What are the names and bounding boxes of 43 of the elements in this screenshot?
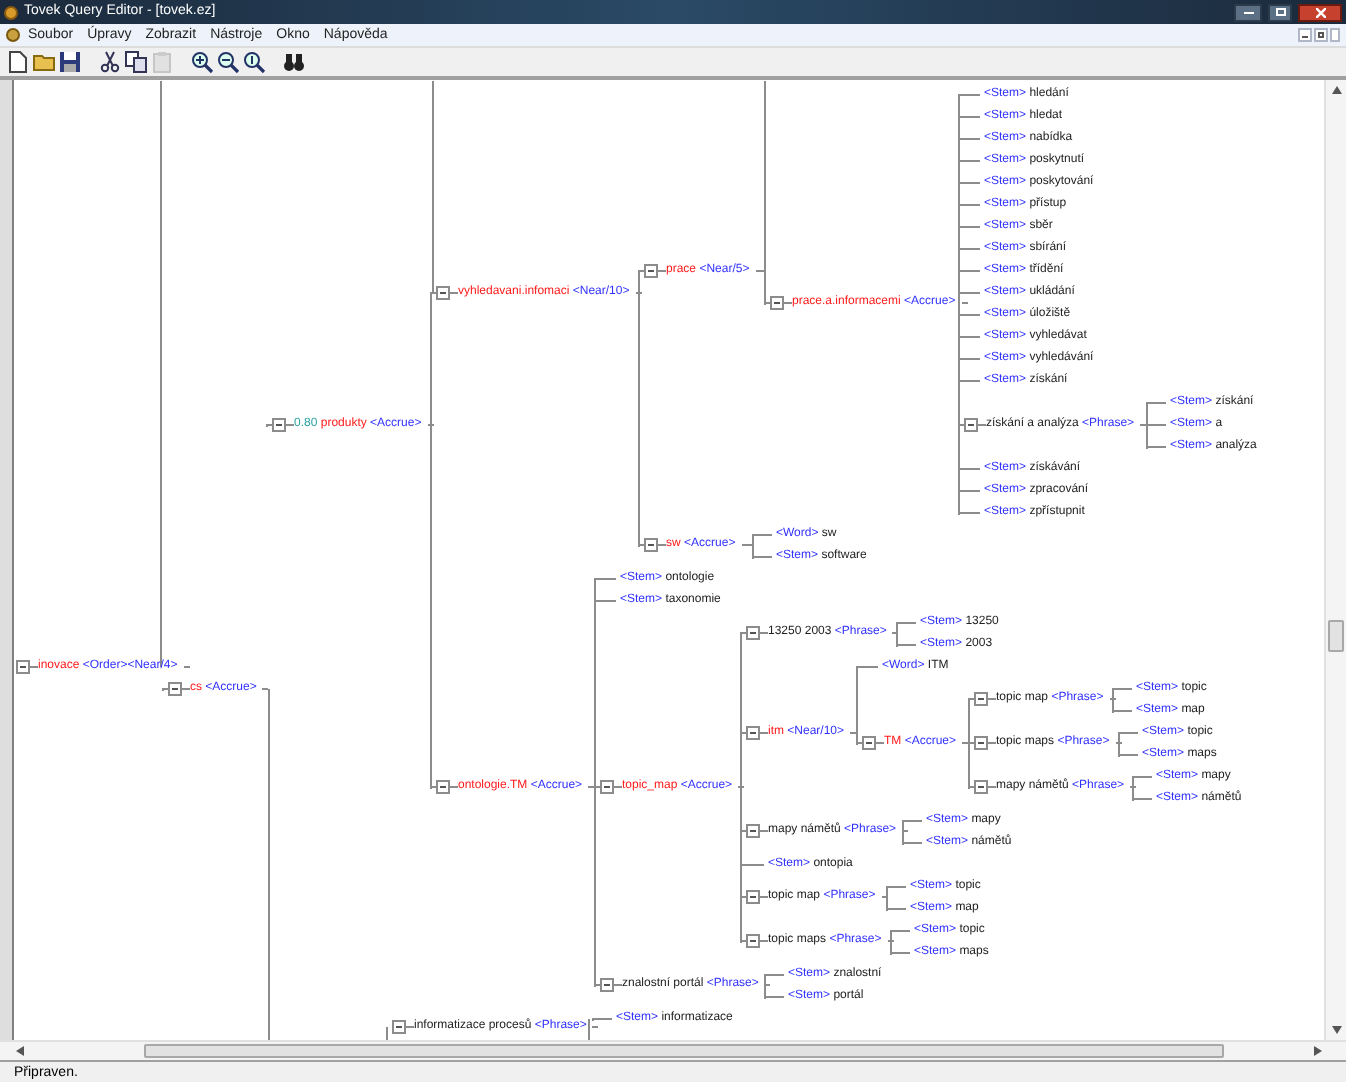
collapse-icon[interactable] [392,1019,406,1033]
vertical-scrollbar[interactable] [1324,80,1346,1040]
close-icon[interactable] [1315,7,1325,17]
zoom-icon[interactable] [242,50,266,74]
copy-icon[interactable] [124,50,148,74]
collapse-icon[interactable] [770,295,784,309]
scroll-down-icon[interactable] [1331,1026,1341,1034]
zoom-in-icon[interactable] [190,50,214,74]
horizontal-scrollbar[interactable] [0,1040,1346,1060]
collapse-icon[interactable] [16,659,30,673]
collapse-icon[interactable] [746,823,760,837]
scissors-icon[interactable] [98,50,122,74]
collapse-icon[interactable] [168,681,182,695]
binoculars-icon[interactable] [282,50,306,74]
collapse-icon[interactable] [746,889,760,903]
maximize-button[interactable] [1268,3,1292,21]
collapse-icon[interactable] [746,625,760,639]
collapse-icon[interactable] [862,735,876,749]
close-button[interactable] [1298,3,1342,21]
collapse-icon[interactable] [974,691,988,705]
collapse-icon[interactable] [644,263,658,277]
collapse-icon[interactable] [964,417,978,431]
scroll-up-icon[interactable] [1331,86,1341,94]
collapse-icon[interactable] [600,977,614,991]
scrollbar-thumb[interactable] [1328,620,1344,652]
collapse-icon[interactable] [746,725,760,739]
collapse-icon[interactable] [436,285,450,299]
zoom-out-icon[interactable] [216,50,240,74]
collapse-icon[interactable] [272,417,286,431]
gear-icon [6,28,20,42]
scrollbar-thumb[interactable] [144,1044,1224,1058]
scroll-left-icon[interactable] [16,1046,24,1056]
mdi-restore-button[interactable] [1314,28,1328,42]
collapse-icon[interactable] [974,779,988,793]
collapse-icon[interactable] [600,779,614,793]
mdi-minimize-button[interactable] [1298,28,1312,42]
collapse-icon[interactable] [974,735,988,749]
collapse-icon[interactable] [746,933,760,947]
collapse-icon[interactable] [436,779,450,793]
app-icon [4,5,18,19]
scroll-right-icon[interactable] [1314,1046,1322,1056]
collapse-icon[interactable] [644,537,658,551]
minimize-button[interactable] [1234,3,1262,21]
